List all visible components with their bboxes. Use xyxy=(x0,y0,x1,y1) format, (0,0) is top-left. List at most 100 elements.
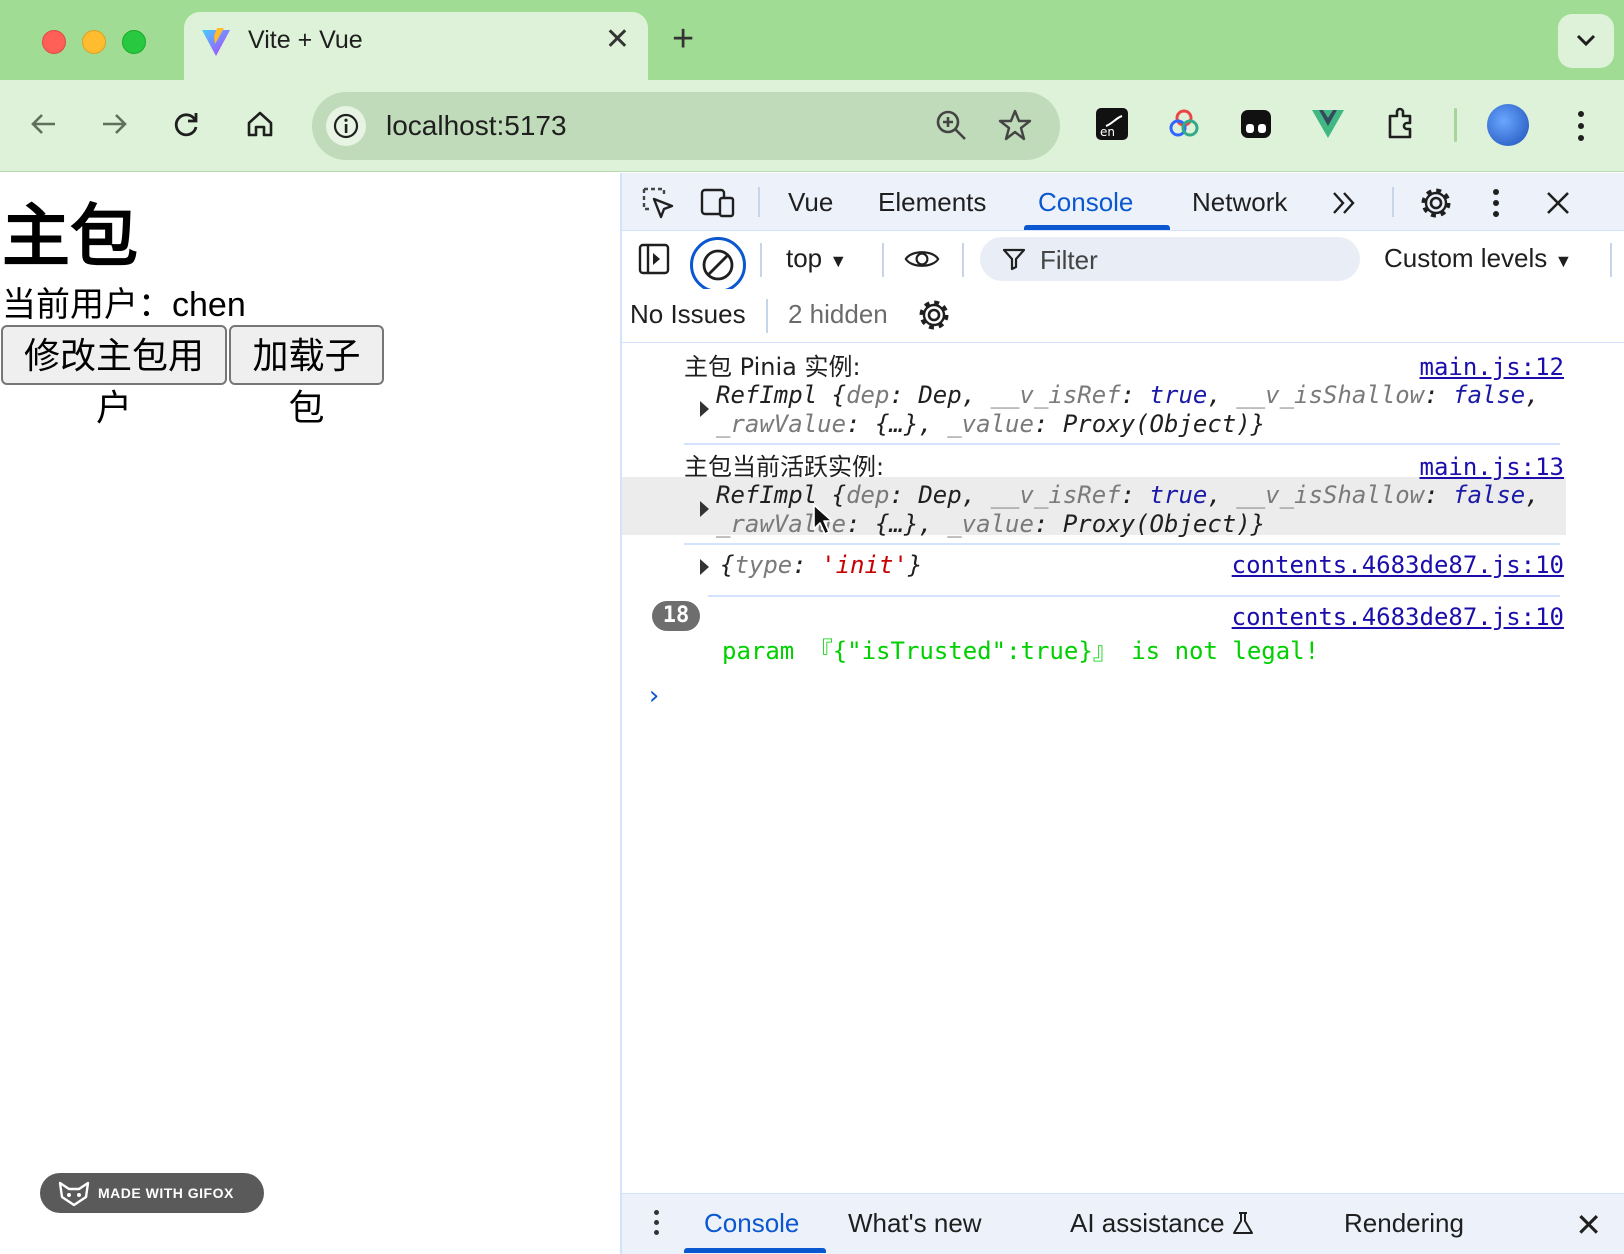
repeat-count-badge: 18 xyxy=(652,601,700,631)
edit-main-user-button[interactable]: 修改主包用户 xyxy=(1,325,227,429)
message-divider xyxy=(684,543,1560,545)
reload-icon[interactable] xyxy=(164,102,208,146)
drawer-tab-ai-assistance[interactable]: AI assistance xyxy=(1070,1208,1254,1239)
message-text: param 『{"isTrusted":true}』 is not legal! xyxy=(722,637,1320,665)
rings-extension-icon[interactable] xyxy=(1164,104,1204,144)
toolbar-divider xyxy=(1610,243,1612,277)
console-output: 主包 Pinia 实例: main.js:12 RefImpl {dep: De… xyxy=(622,343,1624,1143)
console-prompt-chevron-icon[interactable]: › xyxy=(646,681,662,711)
browser-menu-icon[interactable] xyxy=(1566,104,1596,148)
drawer-tab-console[interactable]: Console xyxy=(704,1208,799,1239)
message-source-link[interactable]: contents.4683de87.js:10 xyxy=(1232,551,1564,580)
log-levels-select[interactable]: Custom levels ▼ xyxy=(1384,243,1572,274)
zoom-icon[interactable] xyxy=(934,108,968,147)
object-preview-line[interactable]: RefImpl {dep: Dep, __v_isRef: true, __v_… xyxy=(716,381,1540,410)
expand-triangle-icon[interactable] xyxy=(700,559,709,575)
obj-key: __v_isRef xyxy=(990,381,1121,409)
bookmark-star-icon[interactable] xyxy=(998,108,1032,147)
obj-class: RefImpl xyxy=(716,481,818,509)
device-toolbar-icon[interactable] xyxy=(700,185,736,221)
drawer-tab-whats-new[interactable]: What's new xyxy=(848,1208,982,1239)
issues-status[interactable]: No Issues xyxy=(630,299,746,330)
tab-console[interactable]: Console xyxy=(1038,187,1133,218)
back-icon[interactable] xyxy=(22,102,66,146)
message-label: 主包 Pinia 实例: xyxy=(684,353,861,381)
obj-key: type xyxy=(734,551,793,579)
obj-key: _value xyxy=(947,510,1034,538)
window-maximize-button[interactable] xyxy=(122,30,146,54)
message-source-link[interactable]: contents.4683de87.js:10 xyxy=(1232,603,1564,631)
dropdown-arrow-icon: ▼ xyxy=(1554,251,1573,271)
forward-icon[interactable] xyxy=(92,102,136,146)
translate-extension-icon[interactable]: en xyxy=(1092,104,1132,144)
devtools-tabbar: Vue Elements Console Network xyxy=(622,173,1624,231)
eyes-extension-icon[interactable] xyxy=(1236,104,1276,144)
tab-network[interactable]: Network xyxy=(1192,187,1287,218)
drawer-menu-icon[interactable] xyxy=(654,1210,659,1235)
clear-console-icon[interactable] xyxy=(690,237,746,293)
message-divider xyxy=(708,595,1560,597)
object-preview-line[interactable]: RefImpl {dep: Dep, __v_isRef: true, __v_… xyxy=(716,481,1540,510)
console-message: 主包当前活跃实例: main.js:13 RefImpl {dep: Dep, … xyxy=(622,453,1624,545)
svg-text:en: en xyxy=(1100,125,1115,139)
address-bar[interactable]: localhost:5173 xyxy=(312,92,1060,160)
close-devtools-icon[interactable] xyxy=(1540,185,1576,221)
window-close-button[interactable] xyxy=(42,30,66,54)
drawer-active-indicator xyxy=(684,1248,826,1253)
tab-elements[interactable]: Elements xyxy=(878,187,986,218)
obj-value: true xyxy=(1149,381,1208,409)
load-subpackage-button[interactable]: 加载子包 xyxy=(229,325,384,429)
drawer-tab-rendering[interactable]: Rendering xyxy=(1344,1208,1464,1239)
console-message: 主包 Pinia 实例: main.js:12 RefImpl {dep: De… xyxy=(622,353,1624,445)
toolbar-divider xyxy=(882,243,884,277)
issues-divider xyxy=(766,299,768,333)
inspect-element-icon[interactable] xyxy=(640,185,676,221)
context-select[interactable]: top ▼ xyxy=(786,243,847,274)
context-select-value: top xyxy=(786,243,823,273)
obj-value: true xyxy=(1149,481,1208,509)
url-text[interactable]: localhost:5173 xyxy=(386,110,567,142)
current-user-line: 当前用户：chen xyxy=(2,277,246,326)
filter-input[interactable]: Filter xyxy=(980,237,1360,281)
extensions-icon[interactable] xyxy=(1382,104,1422,144)
issues-bar: No Issues 2 hidden xyxy=(622,289,1624,343)
site-info-icon[interactable] xyxy=(326,106,366,146)
expand-triangle-icon[interactable] xyxy=(700,401,709,417)
obj-value: 'init' xyxy=(821,551,908,579)
new-tab-icon[interactable]: + xyxy=(672,18,694,61)
tab-vue[interactable]: Vue xyxy=(788,187,833,218)
obj-value: {…} xyxy=(874,410,919,438)
profile-avatar[interactable] xyxy=(1487,104,1529,146)
tab-close-icon[interactable]: ✕ xyxy=(605,22,630,57)
obj-value: Dep xyxy=(918,481,962,509)
message-source-link[interactable]: main.js:12 xyxy=(1420,353,1565,382)
obj-value: false xyxy=(1453,381,1526,409)
window-minimize-button[interactable] xyxy=(82,30,106,54)
obj-value: false xyxy=(1453,481,1526,509)
devtools-panel: Vue Elements Console Network top ▼ Filte… xyxy=(620,173,1624,1254)
browser-tab[interactable]: Vite + Vue ✕ xyxy=(184,12,648,82)
devtools-menu-icon[interactable] xyxy=(1478,185,1514,221)
more-tabs-chevron-icon[interactable] xyxy=(1326,185,1362,221)
tabbar-divider xyxy=(758,187,760,217)
home-icon[interactable] xyxy=(238,102,282,146)
expand-triangle-icon[interactable] xyxy=(700,501,709,517)
tab-search-button[interactable] xyxy=(1558,14,1614,68)
devtools-drawer: Console What's new AI assistance Renderi… xyxy=(622,1193,1624,1254)
message-source-link[interactable]: main.js:13 xyxy=(1420,453,1565,482)
obj-key: _value xyxy=(947,410,1034,438)
object-preview-line[interactable]: _rawValue: {…}, _value: Proxy(Object)} xyxy=(716,410,1265,439)
active-tab-indicator xyxy=(1024,225,1170,230)
sidebar-toggle-icon[interactable] xyxy=(636,241,672,277)
drawer-tab-ai-assistance-label: AI assistance xyxy=(1070,1208,1225,1238)
current-user-label: 当前用户： xyxy=(2,285,172,325)
settings-gear-icon[interactable] xyxy=(1418,185,1454,221)
obj-key: _rawValue xyxy=(716,410,847,438)
console-settings-gear-icon[interactable] xyxy=(916,297,952,333)
live-expression-eye-icon[interactable] xyxy=(904,241,940,277)
vue-devtools-extension-icon[interactable] xyxy=(1308,104,1348,144)
object-preview-line[interactable]: _rawValue: {…}, _value: Proxy(Object)} xyxy=(716,510,1265,539)
object-preview-line[interactable]: {type: 'init'} xyxy=(720,551,922,580)
fox-logo-icon xyxy=(58,1181,90,1207)
close-drawer-icon[interactable]: ✕ xyxy=(1575,1206,1602,1244)
